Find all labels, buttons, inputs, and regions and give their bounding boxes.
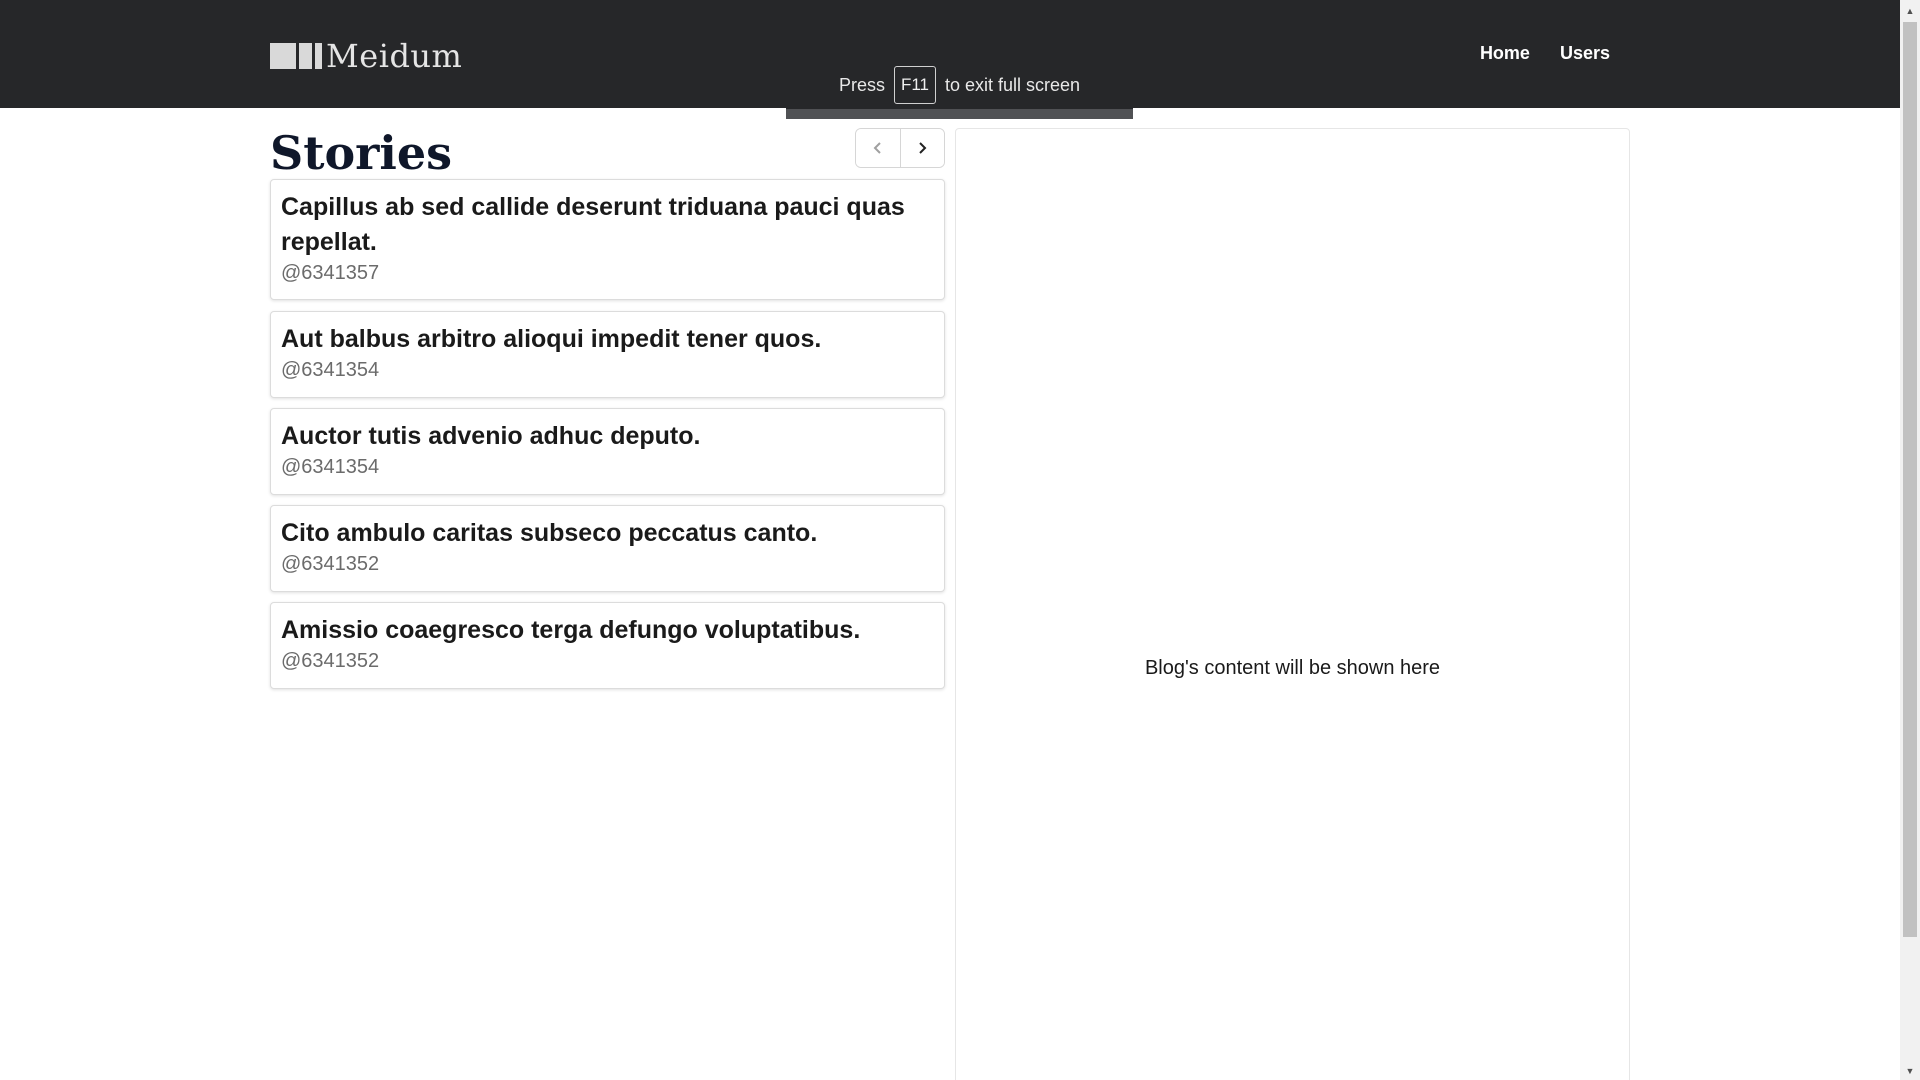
- story-card[interactable]: Cito ambulo caritas subseco peccatus can…: [270, 505, 945, 592]
- scroll-up-icon[interactable]: ▲: [1900, 2, 1920, 20]
- nav-links: Home Users: [1480, 43, 1610, 64]
- logo-mark-icon: [270, 43, 322, 69]
- page-title: Stories: [270, 126, 453, 180]
- story-title: Capillus ab sed callide deserunt triduan…: [281, 193, 905, 256]
- content-placeholder: Blog's content will be shown here: [1144, 657, 1441, 679]
- story-author: @6341352: [281, 650, 380, 672]
- fullscreen-notice-before: Press: [838, 74, 885, 95]
- chevron-right-icon: [919, 142, 927, 154]
- story-card[interactable]: Auctor tutis advenio adhuc deputo. @6341…: [270, 408, 945, 495]
- story-card[interactable]: Aut balbus arbitro alioqui impedit tener…: [270, 311, 945, 398]
- next-page-button[interactable]: [900, 129, 944, 167]
- scroll-down-icon[interactable]: ▼: [1900, 1062, 1920, 1080]
- story-card[interactable]: Amissio coaegresco terga defungo volupta…: [270, 602, 945, 689]
- nav-home-link[interactable]: Home: [1480, 43, 1530, 64]
- story-author: @6341357: [281, 262, 380, 284]
- fullscreen-notice-after: to exit full screen: [945, 74, 1081, 95]
- story-author: @6341354: [281, 456, 380, 478]
- blog-content-panel: Blog's content will be shown here: [955, 128, 1630, 1080]
- story-author: @6341354: [281, 359, 380, 381]
- chevron-left-icon: [873, 142, 881, 154]
- story-title: Auctor tutis advenio adhuc deputo.: [281, 422, 701, 450]
- story-title: Aut balbus arbitro alioqui impedit tener…: [281, 325, 822, 353]
- scrollbar-thumb[interactable]: [1903, 22, 1917, 937]
- page-scrollbar[interactable]: ▲ ▼: [1900, 0, 1920, 1080]
- story-title: Amissio coaegresco terga defungo volupta…: [281, 616, 861, 644]
- story-card[interactable]: Capillus ab sed callide deserunt triduan…: [270, 179, 945, 300]
- story-author: @6341352: [281, 553, 380, 575]
- stories-pager: [855, 128, 945, 168]
- brand-logo[interactable]: Meidum: [270, 36, 462, 76]
- fullscreen-key: F11: [893, 66, 936, 104]
- story-title: Cito ambulo caritas subseco peccatus can…: [281, 519, 818, 547]
- fullscreen-notice: Press F11 to exit full screen: [786, 57, 1133, 119]
- brand-name: Meidum: [326, 37, 463, 75]
- nav-users-link[interactable]: Users: [1560, 43, 1610, 64]
- previous-page-button[interactable]: [856, 129, 901, 167]
